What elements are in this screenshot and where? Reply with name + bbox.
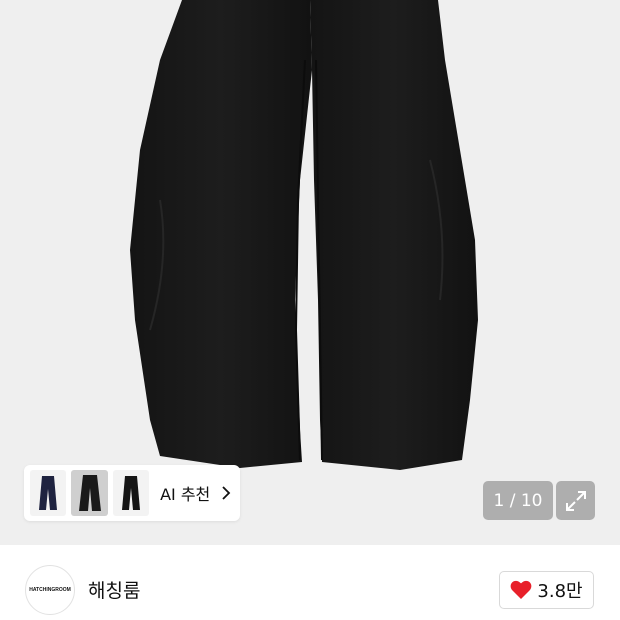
brand-name[interactable]: 해칭룸: [88, 576, 140, 603]
brand-logo[interactable]: HATCHINGROOM: [25, 565, 75, 615]
product-image[interactable]: [0, 0, 620, 545]
image-page-counter: 1 / 10: [483, 481, 553, 520]
expand-image-button[interactable]: [556, 481, 595, 520]
like-button[interactable]: 3.8만: [499, 571, 594, 609]
black-barrel-pants-photo: [130, 0, 478, 470]
ai-thumbnail-3[interactable]: [112, 470, 150, 516]
expand-arrows-icon: [565, 490, 586, 511]
like-count: 3.8만: [537, 581, 583, 602]
chevron-right-icon: [221, 486, 234, 500]
ai-thumbnail-1[interactable]: [30, 470, 67, 516]
brand-bar: HATCHINGROOM 해칭룸 3.8만: [0, 545, 620, 620]
navy-pants-thumbnail-icon: [39, 476, 58, 510]
ai-thumbnail-2[interactable]: [71, 470, 108, 516]
black-pants-thumbnail-icon: [78, 475, 101, 511]
ai-recommend-label: AI 추천: [160, 485, 211, 504]
heart-icon: [511, 580, 532, 599]
brand-logo-text: HATCHINGROOM: [29, 587, 71, 593]
black-pants-thumbnail-icon: [121, 476, 140, 510]
ai-recommend-chip[interactable]: AI 추천: [24, 465, 240, 521]
